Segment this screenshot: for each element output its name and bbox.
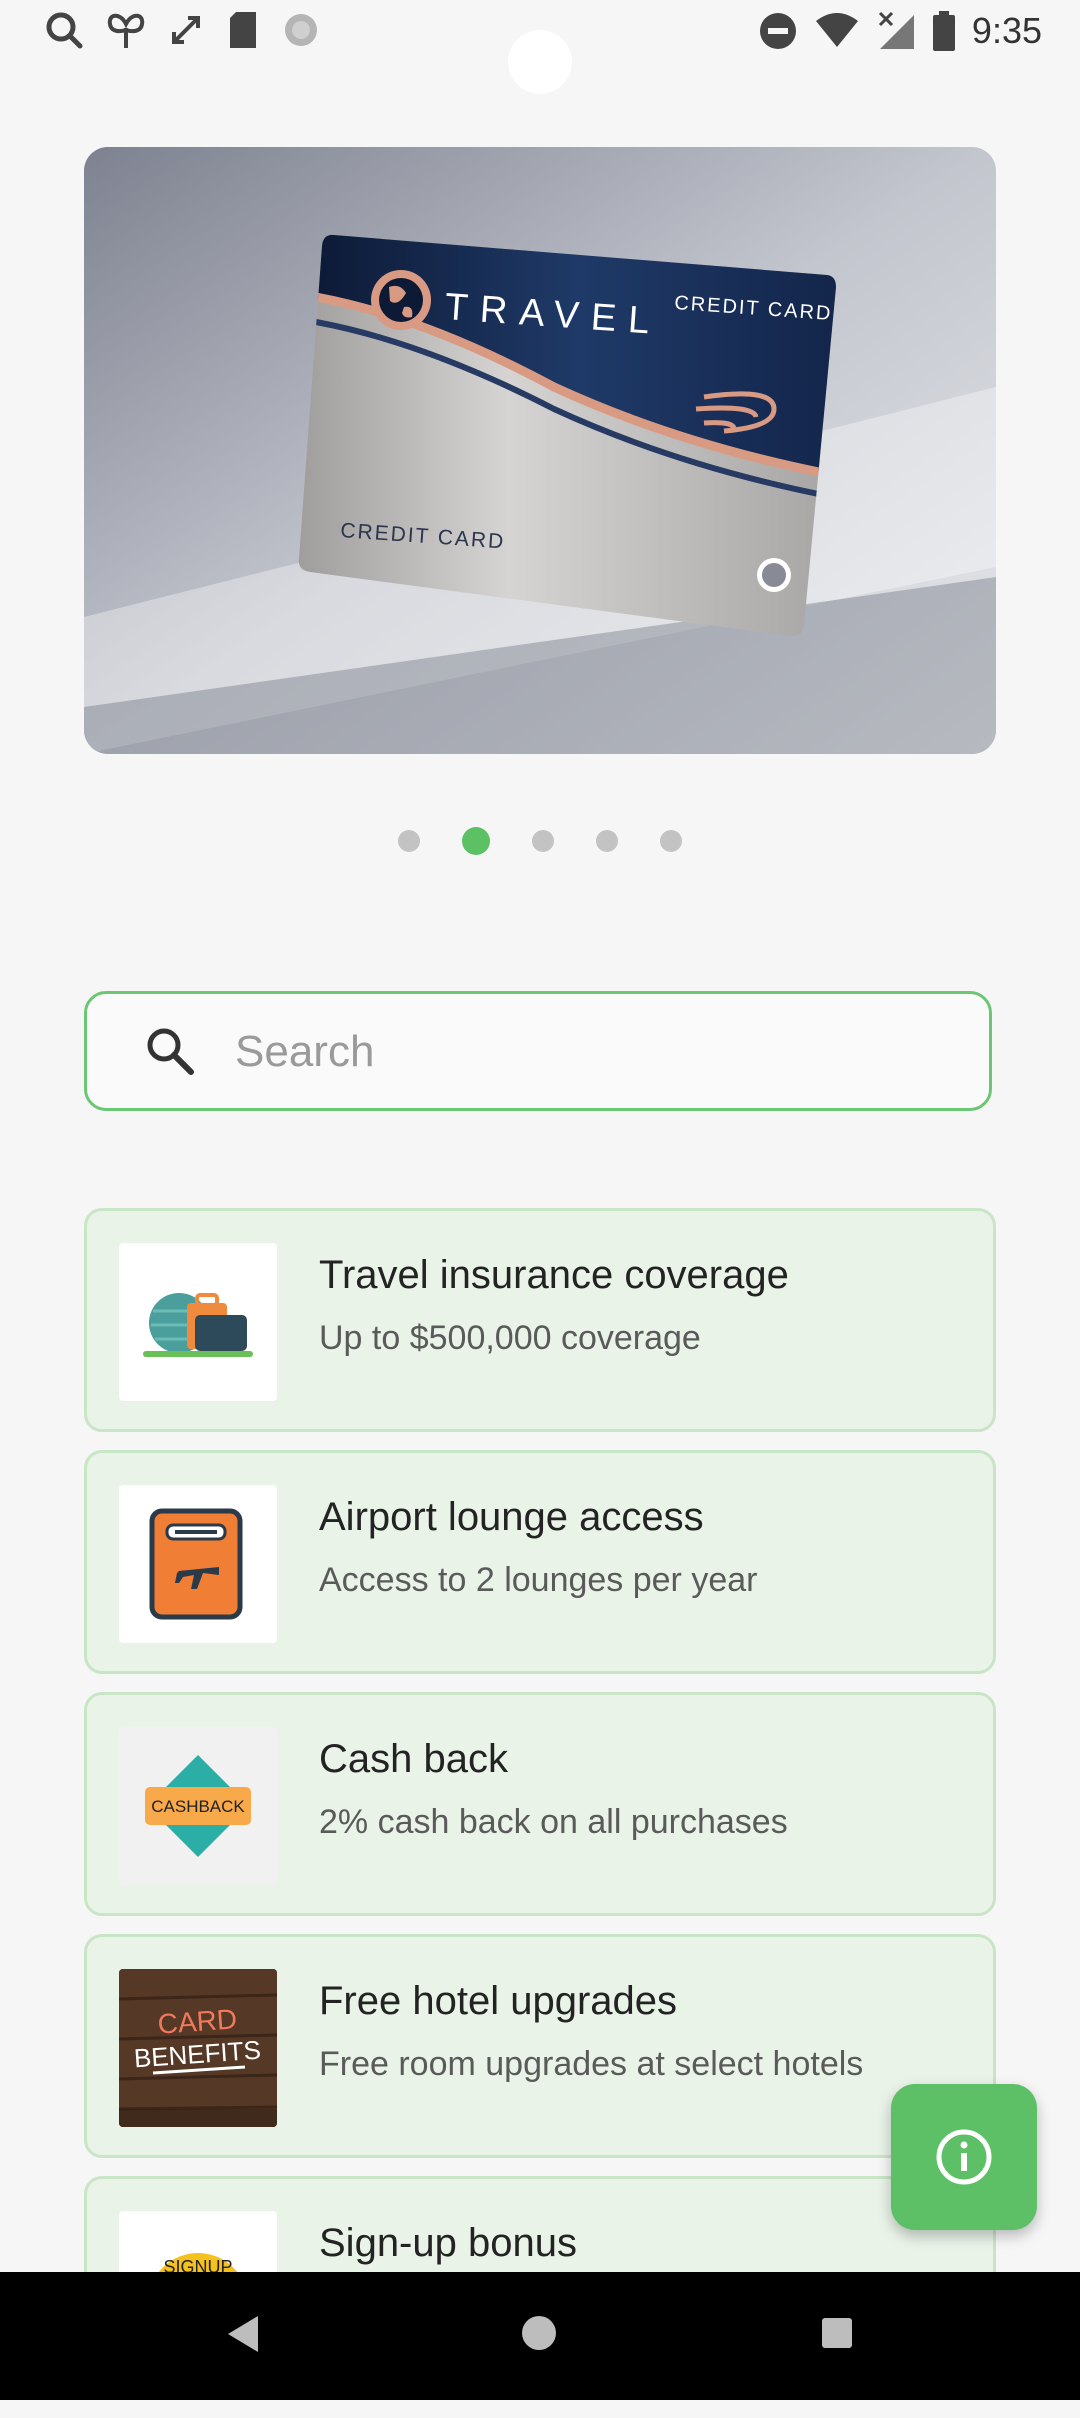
front-camera — [508, 30, 572, 94]
benefits-list: Travel insurance coverage Up to $500,000… — [84, 1208, 996, 2418]
screen-rotate-icon — [172, 16, 200, 44]
item-title: Cash back — [319, 1737, 508, 1781]
item-title: Airport lounge access — [319, 1495, 704, 1539]
item-title: Travel insurance coverage — [319, 1253, 789, 1297]
boarding-pass-icon — [119, 1485, 277, 1643]
carousel-indicator — [0, 827, 1080, 855]
item-title: Free hotel upgrades — [319, 1979, 678, 2023]
list-item-airport-lounge[interactable]: Airport lounge access Access to 2 lounge… — [84, 1450, 996, 1674]
list-item-hotel-upgrades[interactable]: CARD BENEFITS Free hotel upgrades Free r… — [84, 1934, 996, 2158]
carousel-dot[interactable] — [596, 830, 618, 852]
item-title: Sign-up bonus — [319, 2221, 577, 2265]
info-button[interactable] — [891, 2084, 1037, 2230]
info-icon — [936, 2129, 992, 2185]
butterfly-icon — [107, 13, 145, 48]
search-icon — [46, 12, 83, 49]
credit-card-illustration: TRAVEL CREDIT CARD CREDIT CARD — [84, 147, 996, 754]
status-bar-left — [44, 10, 320, 50]
search-icon — [147, 1028, 194, 1075]
item-subtitle: Access to 2 lounges per year — [319, 1561, 758, 1599]
status-bar-right: 9:35 — [758, 10, 1042, 52]
item-subtitle: Free room upgrades at select hotels — [319, 2045, 864, 2083]
carousel-dot-active[interactable] — [462, 827, 490, 855]
system-navigation-bar — [0, 2272, 1080, 2400]
back-icon[interactable] — [226, 2314, 260, 2354]
carousel-dot[interactable] — [398, 830, 420, 852]
search-box[interactable] — [84, 991, 992, 1111]
cashback-icon: CASHBACK — [119, 1727, 277, 1885]
carousel-dot[interactable] — [660, 830, 682, 852]
loading-icon — [285, 14, 317, 46]
carousel-dot[interactable] — [532, 830, 554, 852]
status-bar: 9:35 — [0, 0, 1080, 94]
do-not-disturb-icon — [759, 13, 796, 49]
sd-card-icon — [230, 12, 256, 48]
card-benefits-line1: CARD — [157, 2003, 238, 2039]
card-benefits-image: CARD BENEFITS — [119, 1969, 277, 2127]
signal-no-data-icon — [878, 11, 914, 49]
battery-icon — [932, 11, 955, 51]
search-input[interactable] — [233, 1016, 937, 1088]
list-item-cash-back[interactable]: CASHBACK Cash back 2% cash back on all p… — [84, 1692, 996, 1916]
hero-carousel-image[interactable]: TRAVEL CREDIT CARD CREDIT CARD — [84, 147, 996, 754]
item-subtitle: 2% cash back on all purchases — [319, 1803, 788, 1841]
luggage-globe-icon — [119, 1243, 277, 1401]
list-item-travel-insurance[interactable]: Travel insurance coverage Up to $500,000… — [84, 1208, 996, 1432]
wifi-icon — [815, 13, 858, 47]
item-subtitle: Up to $500,000 coverage — [319, 1319, 701, 1357]
clock: 9:35 — [971, 10, 1042, 51]
cashback-badge-text: CASHBACK — [151, 1797, 245, 1816]
recent-apps-icon[interactable] — [822, 2318, 852, 2348]
home-icon[interactable] — [522, 2316, 556, 2350]
